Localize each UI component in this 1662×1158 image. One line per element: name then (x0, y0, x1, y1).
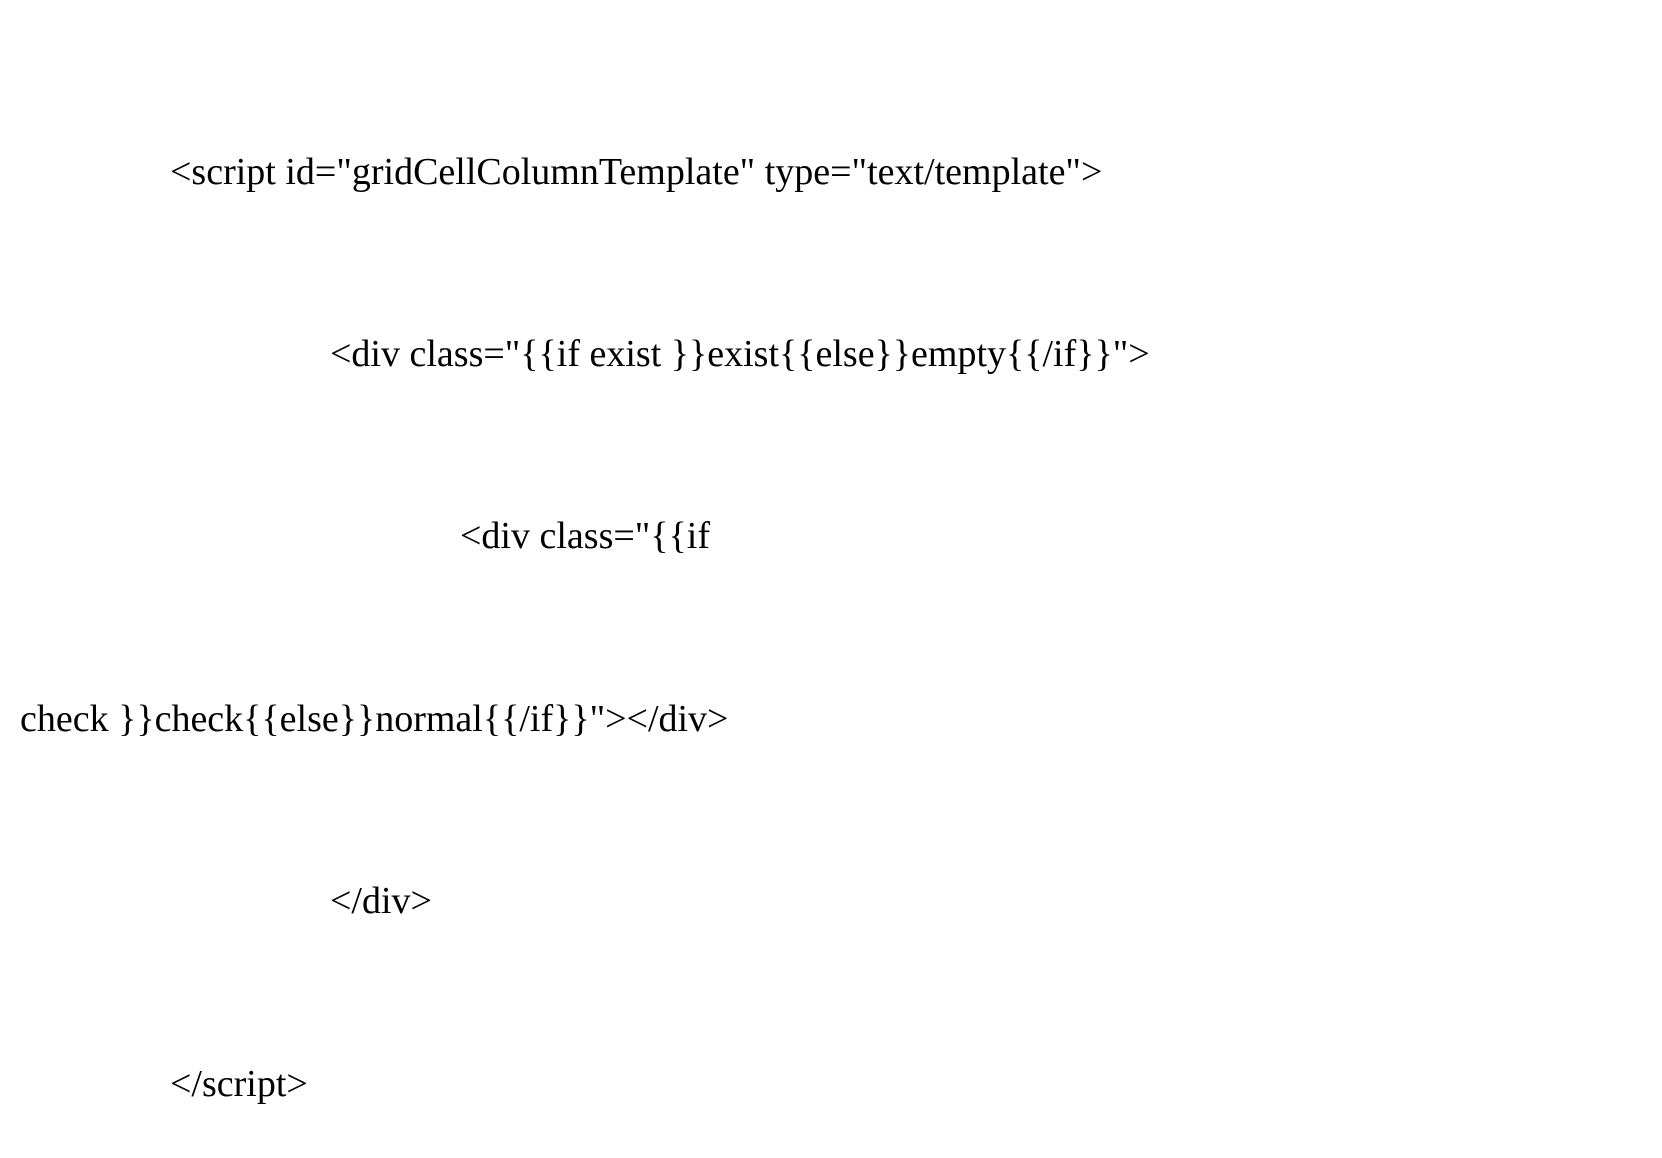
code-line-1: <script id="gridCellColumnTemplate" type… (20, 142, 1642, 203)
code-line-2: <div class="{{if exist }}exist{{else}}em… (20, 324, 1642, 385)
code-line-4: check }}check{{else}}normal{{/if}}"></di… (20, 689, 1642, 750)
code-line-6: </script> (20, 1054, 1642, 1115)
code-line-5: </div> (20, 871, 1642, 932)
code-line-3: <div class="{{if (20, 506, 1642, 567)
code-snippet: <script id="gridCellColumnTemplate" type… (20, 20, 1642, 1158)
